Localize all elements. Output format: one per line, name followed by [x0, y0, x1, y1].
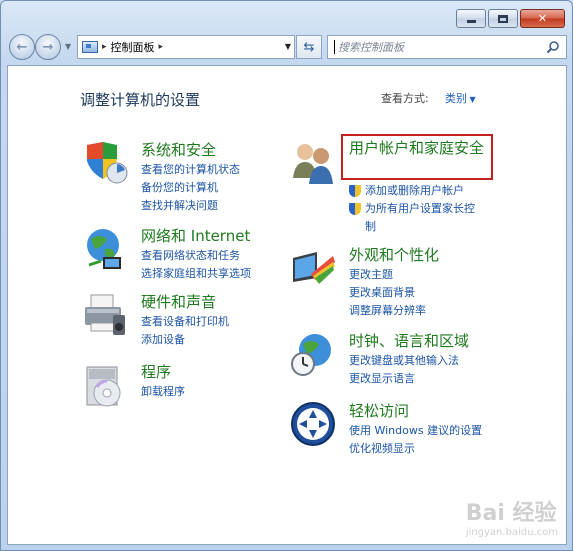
search-box[interactable]: [327, 35, 567, 59]
user-accounts-icon[interactable]: [289, 138, 337, 186]
close-button[interactable]: ✕: [520, 9, 565, 28]
clock-globe-icon[interactable]: [289, 330, 337, 378]
network-globe-icon[interactable]: [81, 225, 129, 273]
control-panel-window: ✕ ← → ▼ ▸ 控制面板 ▸ ▼ ⇆ 调整计算机的设置 查看方式: 类别: [0, 0, 573, 551]
address-bar[interactable]: ▸ 控制面板 ▸ ▼: [77, 35, 295, 59]
category-links: 添加或删除用户帐户 为所有用户设置家长控制: [349, 182, 479, 236]
link-adjust-resolution[interactable]: 调整屏幕分辨率: [349, 302, 426, 320]
link-view-network-status[interactable]: 查看网络状态和任务: [141, 247, 251, 265]
category-ease-of-access: 轻松访问 使用 Windows 建议的设置 优化视频显示: [289, 400, 509, 470]
category-title-appearance[interactable]: 外观和个性化: [349, 244, 439, 265]
link-change-display-language[interactable]: 更改显示语言: [349, 370, 459, 388]
link-windows-recommended-settings[interactable]: 使用 Windows 建议的设置: [349, 422, 482, 440]
category-programs: 程序 卸载程序: [81, 361, 281, 421]
category-title-user-accounts[interactable]: 用户帐户和家庭安全: [349, 138, 489, 158]
printer-hardware-icon[interactable]: [81, 291, 129, 339]
category-user-accounts: 用户帐户和家庭安全 添加或删除用户帐户 为所有用户设置家长控制: [289, 138, 509, 238]
back-button[interactable]: ←: [9, 34, 35, 60]
category-title-system-security[interactable]: 系统和安全: [141, 139, 216, 160]
search-icon[interactable]: [546, 40, 560, 54]
search-input[interactable]: [338, 40, 538, 54]
category-system-security: 系统和安全 查看您的计算机状态 备份您的计算机 查找并解决问题: [81, 139, 281, 212]
category-links: 卸载程序: [141, 383, 185, 401]
text-caret: [334, 40, 335, 54]
link-add-remove-accounts[interactable]: 添加或删除用户帐户: [349, 182, 479, 200]
link-parental-controls[interactable]: 为所有用户设置家长控制: [349, 200, 479, 236]
breadcrumb-separator[interactable]: ▸: [102, 42, 107, 52]
category-links: 查看网络状态和任务 选择家庭组和共享选项: [141, 247, 251, 283]
link-backup-computer[interactable]: 备份您的计算机: [141, 179, 240, 197]
link-uninstall-program[interactable]: 卸载程序: [141, 383, 185, 401]
forward-button[interactable]: →: [35, 34, 61, 60]
category-title-clock-language[interactable]: 时钟、语言和区域: [349, 330, 469, 351]
view-by-label: 查看方式:: [381, 92, 429, 105]
link-find-fix-problems[interactable]: 查找并解决问题: [141, 197, 240, 215]
page-title: 调整计算机的设置: [80, 91, 201, 109]
minimize-icon: [466, 19, 476, 23]
category-network-internet: 网络和 Internet 查看网络状态和任务 选择家庭组和共享选项: [81, 225, 281, 285]
link-view-computer-status[interactable]: 查看您的计算机状态: [141, 161, 240, 179]
breadcrumb-control-panel[interactable]: 控制面板: [111, 39, 155, 55]
baidu-watermark: Bai 经验 jingyan.baidu.com: [466, 495, 558, 538]
watermark-text: Bai 经验: [465, 501, 557, 526]
category-links: 查看设备和打印机 添加设备: [141, 313, 229, 349]
back-arrow-icon: ←: [16, 39, 28, 55]
link-homegroup-sharing[interactable]: 选择家庭组和共享选项: [141, 265, 251, 283]
category-links: 更改主题 更改桌面背景 调整屏幕分辨率: [349, 266, 426, 320]
recent-pages-dropdown[interactable]: ▼: [65, 42, 71, 51]
link-add-device[interactable]: 添加设备: [141, 331, 229, 349]
maximize-icon: [498, 14, 508, 23]
view-by-dropdown[interactable]: 类别: [445, 90, 476, 106]
address-dropdown-icon[interactable]: ▼: [285, 42, 291, 51]
breadcrumb-separator-2[interactable]: ▸: [159, 42, 164, 52]
category-links: 使用 Windows 建议的设置 优化视频显示: [349, 422, 482, 458]
close-icon: ✕: [537, 12, 548, 25]
refresh-button[interactable]: ⇆: [296, 35, 322, 59]
ease-of-access-icon[interactable]: [289, 400, 337, 448]
category-appearance: 外观和个性化 更改主题 更改桌面背景 调整屏幕分辨率: [289, 244, 509, 317]
category-links: 查看您的计算机状态 备份您的计算机 查找并解决问题: [141, 161, 240, 215]
category-title-network-internet[interactable]: 网络和 Internet: [141, 225, 250, 246]
category-title-programs[interactable]: 程序: [141, 361, 171, 382]
category-clock-language: 时钟、语言和区域 更改键盘或其他输入法 更改显示语言: [289, 330, 509, 390]
navigation-bar: ← → ▼ ▸ 控制面板 ▸ ▼ ⇆: [7, 33, 568, 61]
category-links: 更改键盘或其他输入法 更改显示语言: [349, 352, 459, 388]
category-title-ease-of-access[interactable]: 轻松访问: [349, 400, 409, 421]
link-optimize-video-display[interactable]: 优化视频显示: [349, 440, 482, 458]
category-title-hardware-sound[interactable]: 硬件和声音: [141, 291, 216, 312]
programs-disc-icon[interactable]: [81, 361, 129, 409]
content-pane: 调整计算机的设置 查看方式: 类别 系统和安全 查看您的计算机状态 备份您的计算…: [7, 65, 567, 545]
control-panel-icon: [82, 41, 98, 53]
forward-arrow-icon: →: [42, 39, 54, 55]
caption-buttons: ✕: [456, 9, 565, 28]
maximize-button[interactable]: [488, 9, 518, 28]
minimize-button[interactable]: [456, 9, 486, 28]
refresh-icon: ⇆: [303, 39, 315, 55]
system-security-shield-icon[interactable]: [81, 139, 129, 187]
link-change-keyboard[interactable]: 更改键盘或其他输入法: [349, 352, 459, 370]
appearance-monitor-icon[interactable]: [289, 244, 337, 292]
link-change-theme[interactable]: 更改主题: [349, 266, 426, 284]
link-view-devices-printers[interactable]: 查看设备和打印机: [141, 313, 229, 331]
watermark-sub: jingyan.baidu.com: [465, 527, 558, 538]
category-hardware-sound: 硬件和声音 查看设备和打印机 添加设备: [81, 291, 281, 351]
link-change-desktop-background[interactable]: 更改桌面背景: [349, 284, 426, 302]
